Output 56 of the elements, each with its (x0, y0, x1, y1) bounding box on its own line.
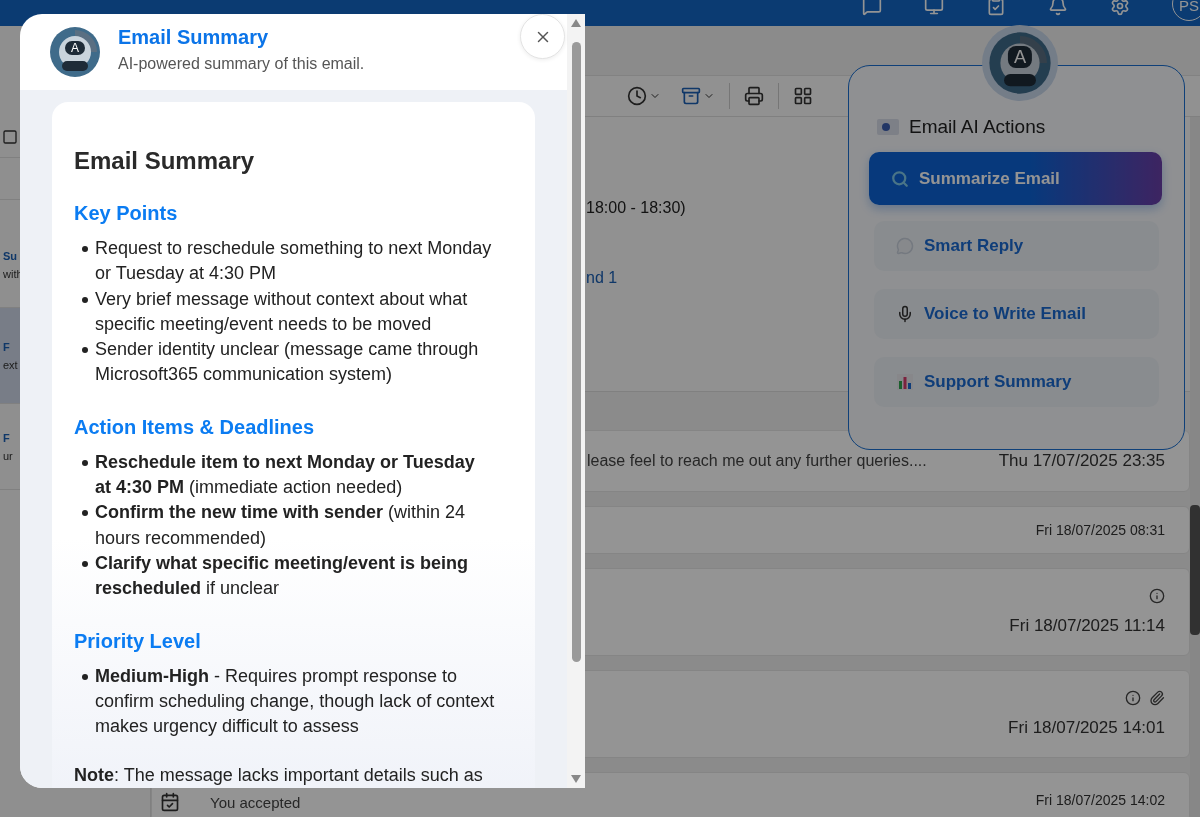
message-date: Fri 18/07/2025 11:14 (1009, 616, 1165, 636)
paperclip-icon[interactable] (1149, 690, 1165, 706)
message-preview: lease feel to reach me out any further queries.... (587, 452, 927, 470)
event-status: You accepted (210, 793, 301, 811)
action-button[interactable]: Voice to Write Email (874, 289, 1159, 339)
printer-icon (744, 86, 764, 106)
dialog-subtitle: AI-powered summary of this email. (118, 54, 365, 73)
scroll-up-icon[interactable] (570, 18, 582, 28)
summary-title: Email Summary (74, 146, 256, 176)
panel-title: Email AI Actions (909, 116, 1046, 138)
message-date: Fri 18/07/2025 14:01 (1008, 718, 1165, 738)
search-icon (891, 169, 909, 188)
message-subject: Su (3, 249, 18, 262)
message-subject: F (3, 340, 10, 353)
bullet-icon (82, 459, 88, 466)
info-icon[interactable] (1149, 588, 1165, 604)
scroll-down-icon[interactable] (570, 774, 582, 784)
bullet-icon (82, 560, 88, 567)
settings-icon[interactable] (1110, 0, 1130, 16)
bullet-icon (82, 673, 88, 680)
calendar-check-icon (160, 792, 180, 812)
scrollbar-thumb[interactable] (571, 42, 581, 662)
robot-logo (50, 27, 100, 77)
monitor-icon[interactable] (924, 0, 944, 16)
message-date: Fri 18/07/2025 08:31 (1035, 522, 1165, 538)
link[interactable]: nd 1 (586, 269, 618, 287)
action-button[interactable]: Summarize Email (869, 152, 1162, 205)
close-button[interactable] (520, 14, 565, 59)
message-preview: ext (3, 358, 18, 371)
scrollbar-thumb[interactable] (1190, 505, 1200, 635)
dialog-title: Email Summary (118, 25, 270, 49)
bullet-item: Sender identity unclear (message came through Microsoft365 communication system) (95, 338, 480, 387)
bullet-icon (82, 347, 88, 354)
chat-icon[interactable] (862, 0, 882, 16)
checkbox-icon[interactable] (2, 129, 18, 145)
bullet-icon (82, 510, 88, 517)
info-icon[interactable] (1125, 690, 1141, 706)
bullet-item: Request to reschedule something to next Monday or Tuesday at 4:30 PM (95, 237, 493, 286)
message-subject: F (3, 431, 10, 444)
action-button[interactable]: Support Summary (874, 357, 1159, 407)
meeting-time: 18:00 - 18:30) (586, 199, 687, 217)
microphone-icon (896, 305, 914, 323)
message-date: Thu 17/07/2025 23:35 (998, 451, 1165, 471)
message-preview: ur (3, 449, 13, 462)
action-button[interactable]: Smart Reply (874, 221, 1159, 271)
clipboard-check-icon[interactable] (986, 0, 1006, 16)
message-date: Fri 18/07/2025 14:02 (1035, 792, 1165, 808)
section-heading: Key Points (74, 201, 179, 226)
bullet-icon (82, 296, 88, 303)
grid-icon (793, 86, 813, 106)
bullet-item: Very brief message without context about what specific meeting/event needs to be moved (95, 287, 469, 336)
archive-icon (681, 86, 701, 106)
clock-icon (627, 86, 647, 106)
bell-icon[interactable] (1048, 0, 1068, 16)
id-card-icon (877, 119, 899, 135)
bullet-icon (82, 246, 88, 252)
